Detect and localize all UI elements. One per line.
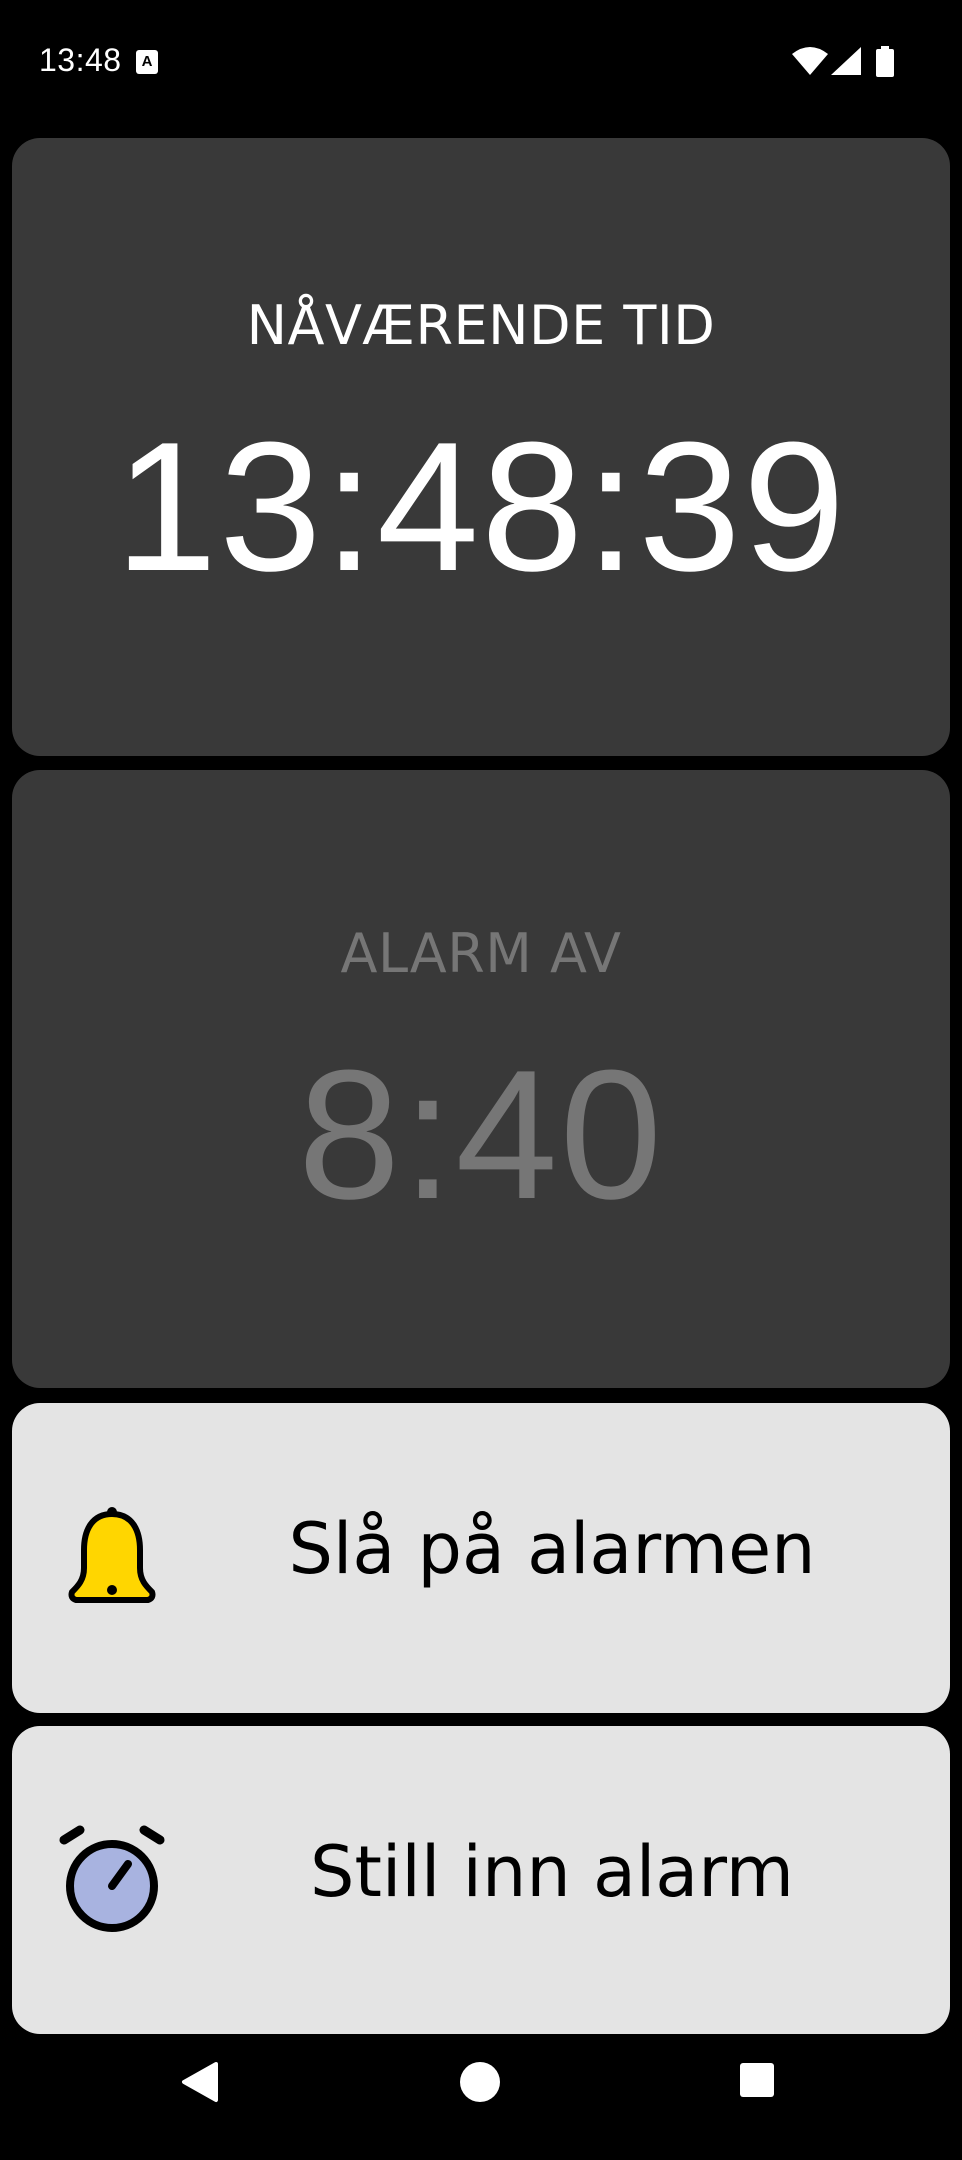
current-time-label: NÅVÆRENDE TID	[246, 294, 716, 357]
toggle-alarm-button[interactable]: Slå på alarmen	[12, 1403, 950, 1713]
signal-icon	[831, 47, 861, 75]
home-icon[interactable]	[458, 2060, 502, 2104]
notification-a-icon: A	[136, 50, 158, 74]
recents-icon[interactable]	[738, 2061, 776, 2099]
set-alarm-button[interactable]: Still inn alarm	[12, 1726, 950, 2034]
alarm-time-value: 8:40	[297, 1031, 665, 1237]
alarm-panel: ALARM AV 8:40	[12, 770, 950, 1388]
current-time-panel: NÅVÆRENDE TID 13:48:39	[12, 138, 950, 756]
back-icon[interactable]	[180, 2060, 220, 2104]
battery-icon	[876, 46, 894, 77]
bell-icon	[68, 1507, 156, 1603]
status-bar: 13:48 A	[0, 0, 962, 126]
current-time-value: 13:48:39	[114, 403, 848, 609]
notification-a-letter: A	[141, 53, 153, 70]
alarm-clock-icon	[59, 1825, 165, 1932]
alarm-status-label: ALARM AV	[340, 922, 622, 985]
set-alarm-label: Still inn alarm	[310, 1831, 794, 1913]
status-time: 13:48	[39, 42, 122, 78]
wifi-icon	[792, 47, 828, 75]
navigation-bar	[0, 2040, 962, 2160]
toggle-alarm-label: Slå på alarmen	[288, 1508, 816, 1590]
